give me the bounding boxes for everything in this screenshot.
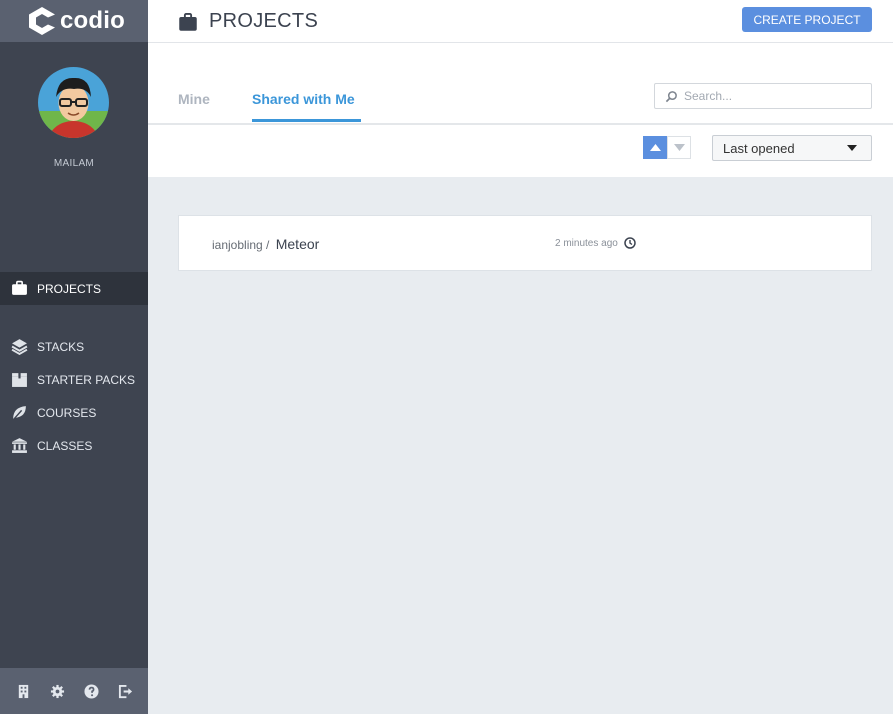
project-row[interactable]: ianjobling / Meteor 2 minutes ago — [178, 215, 872, 271]
sidebar-item-label: PROJECTS — [37, 281, 102, 296]
building-icon[interactable] — [15, 683, 31, 699]
sidebar-item-label: STARTER PACKS — [37, 372, 136, 387]
briefcase-icon — [179, 12, 197, 31]
help-icon[interactable] — [83, 683, 99, 699]
tab-shared-with-me[interactable]: Shared with Me — [252, 91, 355, 107]
clock-icon — [624, 237, 636, 249]
search-box[interactable] — [654, 83, 872, 109]
sidebar-item-classes[interactable]: CLASSES — [0, 429, 148, 462]
active-tab-indicator — [252, 119, 361, 122]
sidebar-item-courses[interactable]: COURSES — [0, 396, 148, 429]
project-path: ianjobling / Meteor — [212, 236, 319, 252]
sidebar-footer — [0, 668, 148, 714]
chevron-down-icon — [847, 145, 857, 151]
project-name[interactable]: Meteor — [276, 236, 320, 252]
project-time-text: 2 minutes ago — [555, 237, 618, 249]
project-last-opened: 2 minutes ago — [555, 237, 636, 249]
sign-out-icon[interactable] — [117, 683, 133, 699]
codio-logo-icon — [29, 7, 55, 35]
search-input[interactable] — [684, 89, 854, 103]
username: MAILAM — [53, 158, 95, 169]
institution-icon — [10, 437, 28, 455]
avatar[interactable] — [38, 67, 109, 138]
project-owner[interactable]: ianjobling — [212, 238, 263, 252]
sidebar-item-label: STACKS — [37, 339, 85, 354]
caret-down-icon — [673, 144, 685, 151]
leaf-icon — [10, 404, 28, 422]
sidebar: codio MAILAM PROJECTS STACKS STARTER PAC… — [0, 0, 148, 714]
briefcase-icon — [10, 280, 28, 298]
sidebar-item-starter-packs[interactable]: STARTER PACKS — [0, 363, 148, 396]
gear-icon[interactable] — [49, 683, 65, 699]
sidebar-item-projects[interactable]: PROJECTS — [0, 272, 148, 305]
logo-text: codio — [60, 7, 125, 34]
page-title: PROJECTS — [209, 10, 319, 32]
sort-select-value: Last opened — [723, 140, 795, 156]
tab-mine[interactable]: Mine — [178, 91, 210, 107]
sort-bar: Last opened — [148, 125, 893, 177]
create-project-button[interactable]: CREATE PROJECT — [742, 7, 872, 32]
sidebar-item-label: COURSES — [37, 405, 97, 420]
page-title-group: PROJECTS — [178, 10, 318, 33]
box-icon — [10, 371, 28, 389]
sort-descending-button[interactable] — [667, 136, 691, 159]
search-icon — [665, 90, 677, 102]
sort-select[interactable]: Last opened — [712, 135, 872, 161]
sidebar-item-label: CLASSES — [37, 438, 93, 453]
logo[interactable]: codio — [0, 0, 148, 42]
path-separator: / — [262, 238, 273, 252]
tabs-bar: Mine Shared with Me — [148, 43, 893, 125]
sort-ascending-button[interactable] — [643, 136, 667, 159]
caret-up-icon — [649, 144, 661, 151]
layers-icon — [10, 338, 28, 356]
sidebar-item-stacks[interactable]: STACKS — [0, 330, 148, 363]
header: PROJECTS CREATE PROJECT — [148, 0, 893, 43]
